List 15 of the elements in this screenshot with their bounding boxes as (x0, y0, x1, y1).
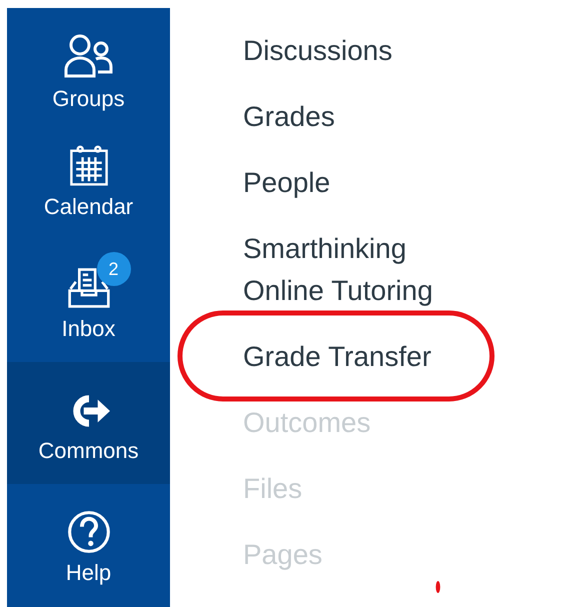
users-icon (62, 32, 114, 80)
pen-stroke-mark (435, 580, 441, 594)
course-nav-link[interactable]: Discussions (243, 30, 468, 72)
calendar-icon (68, 144, 108, 188)
course-nav-link[interactable]: Smarthinking Online Tutoring (243, 228, 468, 312)
inbox-tray-icon (66, 266, 110, 310)
course-nav-link[interactable]: People (243, 162, 468, 204)
nav-item[interactable]: Groups (7, 8, 170, 118)
nav-item[interactable]: Calendar (7, 118, 170, 240)
nav-item[interactable]: 2 Inbox (7, 240, 170, 362)
unread-count-badge: 2 (96, 252, 130, 286)
nav-item[interactable]: Help (7, 484, 170, 606)
help-icon (66, 510, 110, 554)
nav-item[interactable]: Commons (7, 362, 170, 484)
course-nav-link[interactable]: Grades (243, 96, 468, 138)
